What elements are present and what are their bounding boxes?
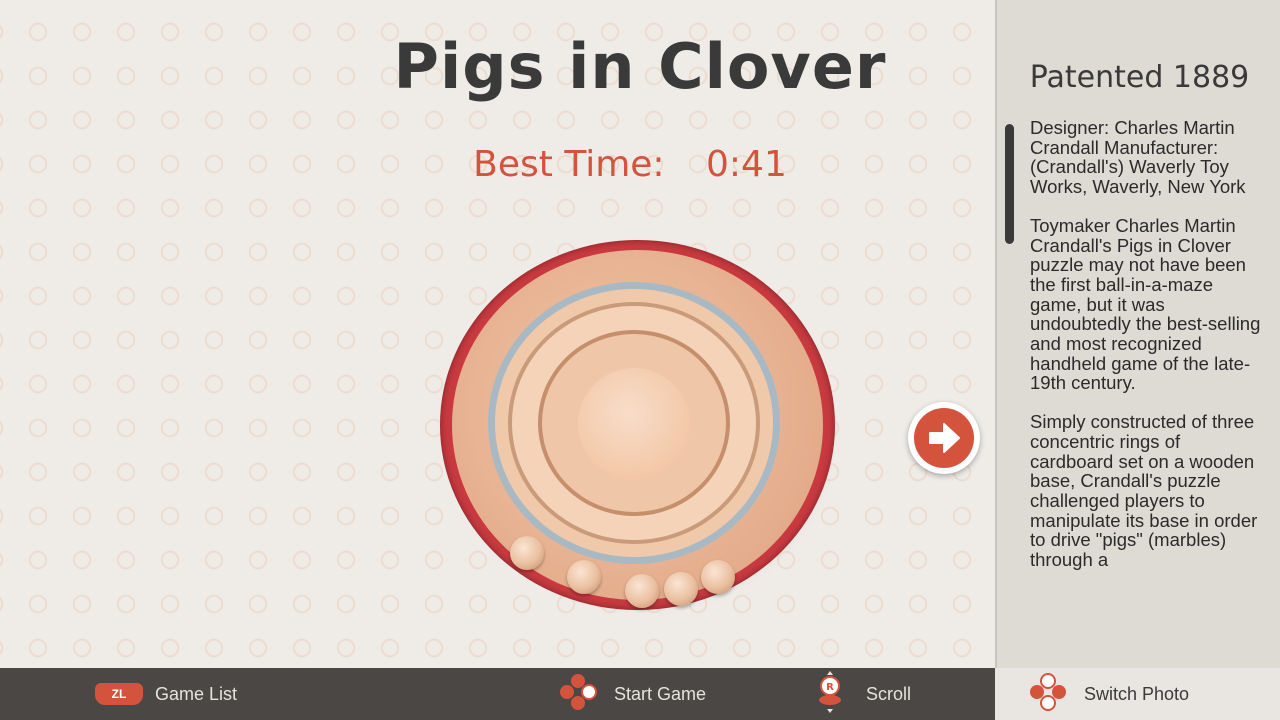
- description-paragraph: Simply constructed of three concentric r…: [1030, 411, 1258, 571]
- marble: [510, 536, 544, 570]
- switch-photo-label: Switch Photo: [1084, 683, 1190, 704]
- best-time-label: Best Time:: [473, 144, 665, 185]
- marble: [625, 574, 659, 608]
- marble: [567, 560, 601, 594]
- best-time: Best Time: 0:41: [430, 144, 830, 185]
- scroll-control[interactable]: R Scroll: [810, 668, 911, 720]
- start-game-label: Start Game: [614, 683, 707, 704]
- arrow-right-icon: [914, 408, 974, 468]
- game-detail-area: Pigs in Clover Best Time: 0:41: [0, 0, 995, 668]
- zl-button-icon: ZL: [95, 683, 143, 705]
- scroll-indicator[interactable]: [1005, 124, 1014, 244]
- r-stick-icon: R: [810, 670, 850, 719]
- description-paragraph: Toymaker Charles Martin Crandall's Pigs …: [1030, 214, 1261, 394]
- scroll-label: Scroll: [866, 683, 912, 704]
- game-photo[interactable]: [440, 240, 840, 618]
- best-time-value: 0:41: [706, 144, 787, 185]
- switch-photo-button[interactable]: Switch Photo: [1028, 668, 1189, 720]
- game-title: Pigs in Clover: [393, 30, 887, 103]
- svg-text:R: R: [826, 682, 834, 693]
- game-list-button[interactable]: ZL Game List: [95, 668, 237, 720]
- dpad-icon: [1028, 672, 1068, 717]
- controls-bar: ZL Game List Start Game R Scroll Switch …: [0, 668, 1280, 720]
- marble: [701, 560, 735, 594]
- puzzle-center: [578, 368, 690, 480]
- game-list-label: Game List: [155, 683, 238, 704]
- marble: [664, 572, 698, 606]
- info-panel[interactable]: Patented 1889 Designer: Charles Martin C…: [995, 0, 1280, 668]
- credits-text: Designer: Charles Martin Crandall Manufa…: [1030, 117, 1246, 198]
- patent-title: Patented 1889: [1029, 60, 1250, 95]
- start-game-button[interactable]: Start Game: [558, 668, 706, 720]
- description-text: Designer: Charles Martin Crandall Manufa…: [1030, 118, 1265, 589]
- next-photo-button[interactable]: [908, 402, 980, 474]
- dpad-icon: [558, 672, 598, 717]
